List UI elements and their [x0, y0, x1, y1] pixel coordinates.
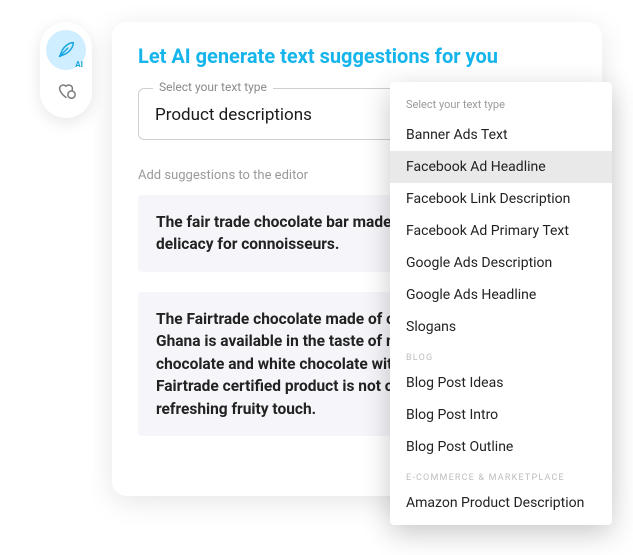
- ai-toolbar: AI: [40, 22, 92, 118]
- dropdown-item[interactable]: Facebook Ad Primary Text: [390, 215, 612, 247]
- dropdown-item[interactable]: Google Ads Description: [390, 247, 612, 279]
- dropdown-item[interactable]: Amazon Product Description: [390, 487, 612, 519]
- ai-badge: AI: [75, 60, 83, 69]
- dropdown-item[interactable]: Banner Ads Text: [390, 119, 612, 151]
- select-legend: Select your text type: [153, 80, 273, 94]
- text-type-dropdown: Select your text type Banner Ads Text Fa…: [390, 82, 612, 525]
- dropdown-item[interactable]: Blog Post Intro: [390, 399, 612, 431]
- panel-title: Let AI generate text suggestions for you: [138, 44, 576, 68]
- dropdown-item[interactable]: Facebook Link Description: [390, 183, 612, 215]
- heart-circle-icon: [55, 79, 77, 101]
- dropdown-item[interactable]: Facebook Ad Headline: [390, 151, 612, 183]
- dropdown-item[interactable]: Google Ads Headline: [390, 279, 612, 311]
- dropdown-item[interactable]: Blog Post Ideas: [390, 367, 612, 399]
- ai-feather-button[interactable]: AI: [46, 30, 86, 70]
- feather-icon: [55, 39, 77, 61]
- dropdown-category: E-COMMERCE & MARKETPLACE: [390, 463, 612, 487]
- dropdown-category: BLOG: [390, 343, 612, 367]
- dropdown-label: Select your text type: [390, 92, 612, 119]
- dropdown-item[interactable]: Blog Post Outline: [390, 431, 612, 463]
- favorite-button[interactable]: [46, 70, 86, 110]
- dropdown-item[interactable]: Slogans: [390, 311, 612, 343]
